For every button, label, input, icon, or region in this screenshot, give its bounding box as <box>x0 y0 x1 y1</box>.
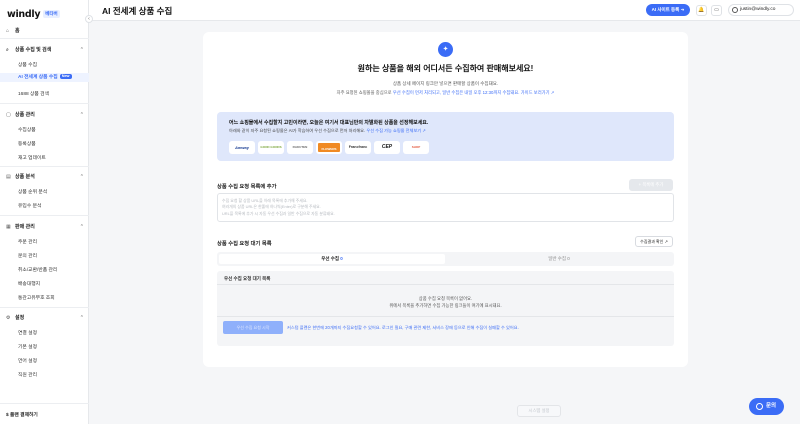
main-card: ✦ 원하는 상품을 해외 어디서든 수집하여 판매해보세요! 상품 상세 페이지… <box>203 32 688 367</box>
inquiry-chat-button[interactable]: 문의 <box>749 398 784 415</box>
sidebar-item-1688-search[interactable]: 1688 상품 검색 <box>18 90 49 97</box>
chat-icon <box>756 403 763 410</box>
empty-hint: 위에서 목록을 추가하면 수집 가능한 링크들이 여기에 표시돼요. <box>389 303 502 308</box>
mall-logo-goodgoods[interactable]: GOOD GOODS <box>258 141 284 154</box>
home-icon: ⌂ <box>6 27 10 34</box>
search-icon: ⌕ <box>6 46 9 53</box>
mall-logo-shop[interactable]: SHOP <box>403 141 429 154</box>
sidebar-item-forwarder[interactable]: 배송대행지 <box>18 280 40 287</box>
sidebar-item-basic[interactable]: 기본 설정 <box>18 343 37 350</box>
sidebar-item-ai-collect[interactable]: AI 전세계 상품 수집 New <box>0 73 89 82</box>
queue-list-title: 우선 수집 요청 대기 목록 <box>224 276 271 281</box>
queue-tabs: 우선 수집 0 일반 수집 0 <box>217 252 674 266</box>
chevron-up-icon: ⌃ <box>79 223 84 230</box>
recommend-title: 어느 쇼핑몰에서 수집할지 고민이라면, 오늘은 여기서 대표님만의 차별화된 … <box>229 120 429 126</box>
mall-logo-cep[interactable]: CEP <box>374 141 400 154</box>
sidebar-item-traffic[interactable]: 유입수 분석 <box>18 202 41 209</box>
sidebar-section-collect[interactable]: ⌕ 상품 수집 및 검색 ⌃ <box>6 46 84 54</box>
cart-icon: ▦ <box>6 223 11 230</box>
user-menu[interactable]: justin@windly.co <box>728 4 794 16</box>
ai-site-register-button[interactable]: AI 사이트 등록 ➜ <box>646 4 690 16</box>
queue-title: 상품 수집 요청 대기 목록 <box>217 241 272 247</box>
sidebar-collapse-button[interactable]: ‹ <box>85 15 93 23</box>
url-input[interactable]: 수집 요청 할 상품 URL을 아래 목록에 추가해 주세요. 여러개의 상품 … <box>217 193 674 222</box>
beta-badge: 베타버 <box>43 10 60 18</box>
limit-warning: 커스텀 플랜은 한번에 20개까지 수집요청할 수 있어요. 로그인 필요, 구… <box>287 325 519 330</box>
plan-payment-link[interactable]: $ 플랜 결제하기 <box>6 411 38 418</box>
arrow-icon: ➜ <box>680 7 685 12</box>
gear-icon: ⚙ <box>6 314 11 321</box>
chart-icon: ▤ <box>6 173 11 180</box>
sidebar-section-analysis[interactable]: ▤ 상품 분석 ⌃ <box>6 173 84 181</box>
external-link-icon: ↗ <box>421 128 426 133</box>
chevron-up-icon: ⌃ <box>79 314 84 321</box>
sidebar-item-collected[interactable]: 수집상품 <box>18 126 36 133</box>
book-icon[interactable]: ▭ <box>711 5 722 16</box>
sidebar-section-sales[interactable]: ▦ 판매 관리 ⌃ <box>6 223 84 231</box>
tab-general[interactable]: 일반 수집 0 <box>446 254 672 264</box>
sidebar-item-collect[interactable]: 상품 수집 <box>18 61 37 68</box>
chevron-up-icon: ⌃ <box>79 46 84 53</box>
windly-logo: windly <box>7 8 41 20</box>
top-header: AI 전세계 상품 수집 AI 사이트 등록 ➜ 🔔 ▭ justin@wind… <box>89 0 800 21</box>
sidebar-item-customs[interactable]: 통관고유부호 조회 <box>18 294 55 301</box>
hero-title: 원하는 상품을 해외 어디서든 수집하여 판매해보세요! <box>357 64 534 73</box>
chevron-up-icon: ⌃ <box>79 111 84 118</box>
sidebar-item-home[interactable]: ⌂ 홈 <box>6 27 84 35</box>
recommend-box: 어느 쇼핑몰에서 수집할지 고민이라면, 오늘은 여기서 대표님만의 차별화된 … <box>217 112 674 161</box>
hero-description: 자주 요청된 쇼핑몰을 중심으로 우선 수집이 먼저 처리되고, 일반 수집은 … <box>336 90 555 95</box>
box-icon: ▢ <box>6 111 11 118</box>
guide-link[interactable]: 가이드 보러가기 <box>521 90 550 95</box>
empty-message: 상품 수집 요청 목록이 없어요. <box>418 296 473 301</box>
sidebar-section-settings[interactable]: ⚙ 설정 ⌃ <box>6 314 84 322</box>
tab-priority[interactable]: 우선 수집 0 <box>219 254 445 264</box>
sidebar-item-staff[interactable]: 직원 관리 <box>18 371 37 378</box>
external-link-icon: ↗ <box>664 239 668 244</box>
avatar-icon <box>732 7 738 13</box>
sidebar-item-registered[interactable]: 등록상품 <box>18 140 36 147</box>
recommend-desc: 아래와 같이 자주 요청된 쇼핑몰은 AI가 학습하여 우선 수집으로 먼저 처… <box>229 128 426 133</box>
start-priority-collect-button[interactable]: 우선 수집 요청 시작 <box>223 321 283 334</box>
sidebar-item-language[interactable]: 언어 설정 <box>18 357 37 364</box>
mall-logo-rakuten[interactable]: RAKUTEN <box>287 141 313 154</box>
brand[interactable]: windly 베타버 <box>7 8 60 20</box>
sidebar-item-connect[interactable]: 연결 설정 <box>18 329 37 336</box>
chevron-up-icon: ⌃ <box>79 173 84 180</box>
mall-logo-amway[interactable]: Amway <box>229 141 255 154</box>
external-link-icon: ↗ <box>549 90 555 95</box>
sidebar-item-rank[interactable]: 상품 순위 분석 <box>18 188 47 195</box>
new-badge: New <box>59 74 72 80</box>
mall-logo-flowers[interactable]: FLOWERS <box>316 141 342 154</box>
add-list-title: 상품 수집 요청 목록에 추가 <box>217 184 277 190</box>
sidebar: windly 베타버 ⌂ 홈 ⌕ 상품 수집 및 검색 ⌃ 상품 수집 AI 전… <box>0 0 89 424</box>
priority-queue-panel: 우선 수집 요청 대기 목록 상품 수집 요청 목록이 없어요. 위에서 목록을… <box>217 271 674 346</box>
sidebar-item-orders[interactable]: 주문 관리 <box>18 238 37 245</box>
sidebar-section-products[interactable]: ▢ 상품 관리 ⌃ <box>6 111 84 119</box>
sparkle-icon: ✦ <box>438 42 453 57</box>
priority-malls-link[interactable]: 우선 수집 가능 쇼핑몰 전체보기 <box>366 128 421 133</box>
mall-logo-francfranc[interactable]: Francfranc <box>345 141 371 154</box>
hero-subtitle: 상품 상세 페이지 링크만 넣으면 판매할 상품이 수집돼요. <box>392 81 499 86</box>
page-title: AI 전세계 상품 수집 <box>102 6 173 16</box>
add-to-list-button[interactable]: + 목록에 추가 <box>629 179 673 191</box>
sidebar-item-stock[interactable]: 재고 업데이트 <box>18 154 46 161</box>
sidebar-item-returns[interactable]: 취소/교환/반품 관리 <box>18 266 57 273</box>
sidebar-item-inquiries[interactable]: 문의 관리 <box>18 252 37 259</box>
view-results-button[interactable]: 수집결과 확인 ↗ <box>635 236 673 247</box>
system-settings-button[interactable]: 시스템 설정 <box>517 405 561 417</box>
bell-icon[interactable]: 🔔 <box>696 5 707 16</box>
